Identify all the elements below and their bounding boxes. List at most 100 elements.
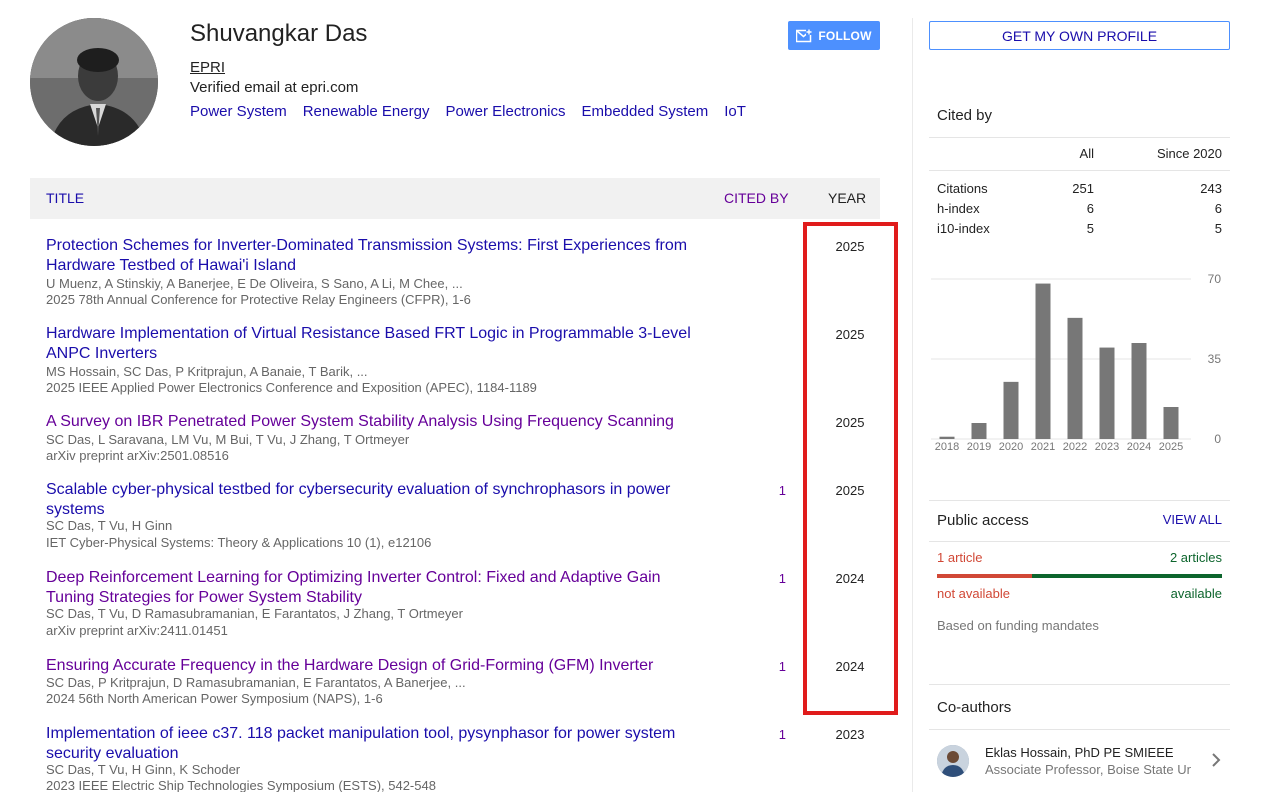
article-venue: 2023 IEEE Electric Ship Technologies Sym… xyxy=(46,778,436,792)
y-tick-label: 35 xyxy=(1208,352,1222,366)
divider xyxy=(929,170,1230,171)
article-title-link[interactable]: Scalable cyber-physical testbed for cybe… xyxy=(46,480,706,520)
unavailable-segment xyxy=(937,574,1032,578)
article-title-link[interactable]: Hardware Implementation of Virtual Resis… xyxy=(46,324,706,364)
x-tick-label: 2021 xyxy=(1031,441,1055,453)
x-tick-label: 2019 xyxy=(967,441,991,453)
article-title-link[interactable]: Ensuring Accurate Frequency in the Hardw… xyxy=(46,656,706,676)
cited-by-table: Citations 251 243 h-index 6 6 i10-index … xyxy=(937,181,1222,241)
chart-bar[interactable] xyxy=(1163,407,1179,439)
chart-bar[interactable] xyxy=(1131,343,1147,439)
table-row: Hardware Implementation of Virtual Resis… xyxy=(30,324,880,404)
stat-all: 5 xyxy=(1086,221,1094,236)
cited-by-count[interactable]: 1 xyxy=(770,571,786,586)
chart-bar[interactable] xyxy=(1099,347,1115,439)
stat-since: 243 xyxy=(1200,181,1222,196)
unavailable-count-link[interactable]: 1 article xyxy=(937,550,983,565)
interest-link[interactable]: Embedded System xyxy=(582,103,709,120)
profile-affiliation-link[interactable]: EPRI xyxy=(190,59,225,76)
stat-label: Citations xyxy=(937,181,988,196)
research-interests: Power System Renewable Energy Power Elec… xyxy=(190,103,746,120)
coauthor-name: Eklas Hossain, PhD PE SMIEEE xyxy=(985,745,1174,760)
sort-by-cited[interactable]: CITED BY xyxy=(724,190,789,206)
citations-per-year-chart: 70 35 0 2018 2019 2020 2021 2022 2023 2024 2025 xyxy=(931,272,1222,453)
article-title-link[interactable]: Implementation of ieee c37. 118 packet m… xyxy=(46,724,706,764)
article-title-link[interactable]: A Survey on IBR Penetrated Power System … xyxy=(46,412,706,432)
available-segment xyxy=(1031,574,1222,578)
public-access-title: Public access xyxy=(937,512,1029,529)
table-row: A Survey on IBR Penetrated Power System … xyxy=(30,412,880,472)
public-access-status: not available available xyxy=(937,586,1222,602)
x-tick-label: 2024 xyxy=(1127,441,1151,453)
follow-button[interactable]: FOLLOW xyxy=(788,21,880,50)
stat-all: 6 xyxy=(1086,201,1094,216)
interest-link[interactable]: IoT xyxy=(724,103,746,120)
stat-all: 251 xyxy=(1072,181,1094,196)
article-authors: U Muenz, A Stinskiy, A Banerjee, E De Ol… xyxy=(46,276,463,291)
stats-row: h-index 6 6 xyxy=(937,201,1222,219)
coauthors-title: Co-authors xyxy=(937,699,1012,716)
public-access-counts: 1 article 2 articles xyxy=(937,550,1222,566)
coauthor-affiliation: Associate Professor, Boise State Univers… xyxy=(985,762,1191,777)
divider xyxy=(929,137,1230,138)
interest-link[interactable]: Power System xyxy=(190,103,287,120)
interest-link[interactable]: Power Electronics xyxy=(445,103,565,120)
coauthor-item[interactable]: Eklas Hossain, PhD PE SMIEEE Associate P… xyxy=(929,740,1230,784)
stats-row: i10-index 5 5 xyxy=(937,221,1222,239)
year-column-highlight xyxy=(803,222,898,715)
public-access-bar xyxy=(937,574,1222,578)
get-my-own-profile-button[interactable]: GET MY OWN PROFILE xyxy=(929,21,1230,50)
article-authors: SC Das, P Kritprajun, D Ramasubramanian,… xyxy=(46,675,466,690)
divider xyxy=(929,500,1230,501)
available-count-link[interactable]: 2 articles xyxy=(1170,550,1222,565)
chart-bar[interactable] xyxy=(1067,317,1083,439)
chart-bar[interactable] xyxy=(1003,381,1019,439)
divider xyxy=(929,541,1230,542)
table-row: Deep Reinforcement Learning for Optimizi… xyxy=(30,568,880,648)
chart-bar[interactable] xyxy=(1035,283,1051,439)
available-label: available xyxy=(1170,586,1222,601)
table-row: Protection Schemes for Inverter-Dominate… xyxy=(30,236,880,316)
sort-by-title[interactable]: TITLE xyxy=(46,190,84,206)
article-authors: SC Das, T Vu, H Ginn, K Schoder xyxy=(46,762,241,777)
article-title-link[interactable]: Protection Schemes for Inverter-Dominate… xyxy=(46,236,706,276)
article-year: 2023 xyxy=(835,727,865,742)
cited-by-count[interactable]: 1 xyxy=(770,659,786,674)
article-venue: 2025 IEEE Applied Power Electronics Conf… xyxy=(46,380,537,395)
x-tick-label: 2023 xyxy=(1095,441,1119,453)
col-since-label: Since 2020 xyxy=(1156,146,1222,161)
interest-link[interactable]: Renewable Energy xyxy=(303,103,430,120)
coauthor-avatar xyxy=(937,745,969,777)
article-authors: SC Das, T Vu, D Ramasubramanian, E Faran… xyxy=(46,606,463,621)
chart-bar[interactable] xyxy=(971,423,987,439)
view-all-link[interactable]: VIEW ALL xyxy=(1163,512,1222,527)
article-venue: IET Cyber-Physical Systems: Theory & App… xyxy=(46,535,432,550)
chart-bar[interactable] xyxy=(939,436,955,439)
cited-by-header: All Since 2020 xyxy=(937,146,1222,164)
mail-icon xyxy=(796,28,813,42)
y-tick-label: 0 xyxy=(1214,432,1221,446)
sort-by-year[interactable]: YEAR xyxy=(828,190,866,206)
x-tick-label: 2025 xyxy=(1159,441,1183,453)
stat-label: h-index xyxy=(937,201,980,216)
column-divider xyxy=(912,18,913,792)
cited-by-count[interactable]: 1 xyxy=(770,727,786,742)
funding-mandates-note: Based on funding mandates xyxy=(937,618,1099,633)
cited-by-title: Cited by xyxy=(937,107,993,124)
table-row: Scalable cyber-physical testbed for cybe… xyxy=(30,480,880,560)
article-venue: arXiv preprint arXiv:2501.08516 xyxy=(46,448,229,463)
stat-label: i10-index xyxy=(937,221,990,236)
article-title-link[interactable]: Deep Reinforcement Learning for Optimizi… xyxy=(46,568,706,608)
table-row: Implementation of ieee c37. 118 packet m… xyxy=(30,724,880,792)
table-row: Ensuring Accurate Frequency in the Hardw… xyxy=(30,656,880,716)
x-tick-label: 2020 xyxy=(999,441,1023,453)
y-tick-label: 70 xyxy=(1208,272,1222,286)
chevron-right-icon xyxy=(1212,753,1221,767)
stat-since: 6 xyxy=(1214,201,1222,216)
divider xyxy=(929,729,1230,730)
article-authors: SC Das, T Vu, H Ginn xyxy=(46,518,173,533)
cited-by-count[interactable]: 1 xyxy=(770,483,786,498)
table-header: TITLE CITED BY YEAR xyxy=(30,178,880,219)
stats-row: Citations 251 243 xyxy=(937,181,1222,199)
follow-label: FOLLOW xyxy=(818,28,872,43)
